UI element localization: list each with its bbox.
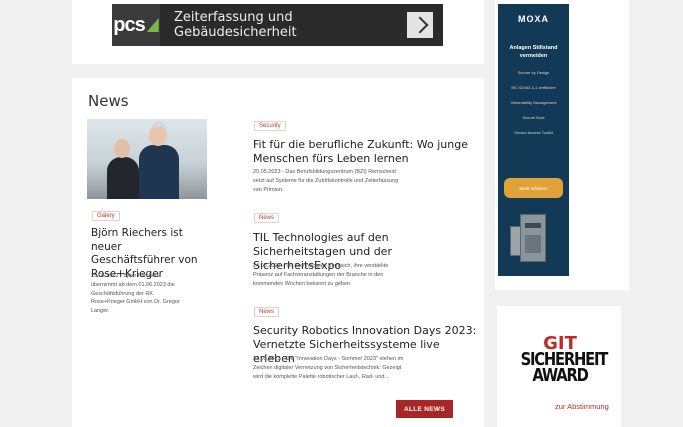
moxa-more-button[interactable]: Mehr erfahren: [504, 178, 563, 198]
news-item-excerpt: 24.05.2023 - TIL Technologies freut sich…: [253, 263, 389, 287]
news-item-excerpt: 23.05.2023 - Die "Innovation Days - Somm…: [253, 356, 404, 380]
news-item-excerpt: 25.05.2023 - Das Berufsbildungszentrum (…: [253, 169, 399, 193]
pcs-banner-ad[interactable]: pcs Zeiterfassung und Gebäudesicherheit: [112, 4, 443, 46]
arrow-icon: [407, 12, 433, 38]
moxa-ad-card: MOXA Anlagen Stillstand vermeiden Secure…: [495, 0, 629, 290]
featured-category-tag[interactable]: Galery: [92, 211, 120, 221]
news-section: News Galery Björn Riechers ist neuer Ges…: [72, 78, 484, 427]
vote-link[interactable]: zur Abstimmung: [555, 402, 609, 411]
moxa-headline: Anlagen Stillstand vermeiden: [509, 45, 558, 59]
moxa-feature: Vulnerability Management: [510, 100, 557, 105]
device-image: [520, 214, 546, 262]
git-award-card[interactable]: GIT SICHERHEIT AWARD zur Abstimmung: [497, 306, 621, 427]
moxa-logo: MOXA: [518, 14, 549, 24]
featured-excerpt: 25.05.2023 - Björn Riechers übernimmt ab…: [91, 273, 180, 315]
news-item-tag[interactable]: News: [254, 213, 280, 223]
banner-text: Zeiterfassung und Gebäudesicherheit: [174, 10, 297, 40]
moxa-feature: IEC 62443-4-1 zertifiziert: [511, 85, 556, 90]
moxa-feature: Secure by Design: [517, 70, 550, 75]
moxa-feature: Secure Boot: [522, 115, 545, 120]
news-item-tag[interactable]: News: [254, 307, 280, 317]
moxa-feature: Secure Access Toolkit: [514, 130, 553, 135]
news-item-headline[interactable]: Fit für die berufliche Zukunft: Wo junge…: [253, 138, 473, 166]
all-news-button[interactable]: ALLE NEWS: [396, 400, 453, 418]
top-banner-card: pcs Zeiterfassung und Gebäudesicherheit: [72, 0, 484, 64]
moxa-ad[interactable]: MOXA Anlagen Stillstand vermeiden Secure…: [498, 4, 569, 276]
pcs-logo: pcs: [112, 4, 160, 46]
news-item-tag[interactable]: Security: [254, 121, 286, 131]
git-award-logo: GIT SICHERHEIT AWARD: [520, 333, 609, 386]
section-title: News: [88, 92, 129, 110]
featured-news-image[interactable]: [87, 119, 207, 199]
